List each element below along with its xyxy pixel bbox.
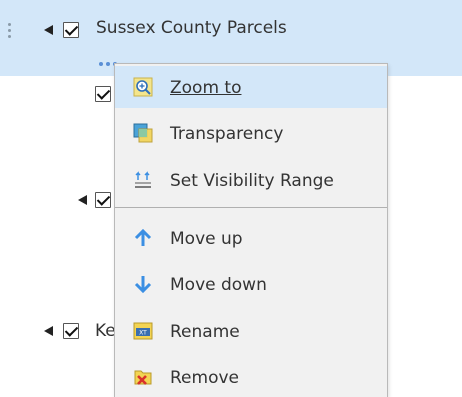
menu-item-label: Zoom to <box>170 78 242 98</box>
remove-icon <box>133 367 153 387</box>
arrow-up-icon <box>133 228 153 248</box>
sublayer-checkbox[interactable] <box>95 86 111 102</box>
menu-item-label: Set Visibility Range <box>170 171 334 191</box>
sublayer-checkbox[interactable] <box>95 192 111 208</box>
rename-icon: XT <box>133 321 153 341</box>
arrow-down-icon <box>133 274 153 294</box>
drag-handle-icon[interactable] <box>8 23 12 39</box>
collapse-triangle-icon[interactable] <box>44 25 53 35</box>
layer-collapse-triangle-icon[interactable] <box>44 326 53 336</box>
sublayer-collapse-triangle-icon[interactable] <box>78 195 87 205</box>
menu-item-label: Rename <box>170 322 240 342</box>
svg-text:XT: XT <box>139 330 147 337</box>
menu-item-transparency[interactable]: Transparency <box>115 112 387 154</box>
layer-visibility-checkbox[interactable] <box>63 22 79 38</box>
menu-divider <box>115 207 387 208</box>
more-options-icon[interactable] <box>99 51 123 66</box>
menu-item-label: Remove <box>170 368 239 388</box>
menu-item-move-down[interactable]: Move down <box>115 263 387 305</box>
menu-item-label: Move down <box>170 275 267 295</box>
layer-context-menu: Zoom to Transparency Set Visibility Rang… <box>114 63 388 397</box>
menu-item-rename[interactable]: XT Rename <box>115 310 387 352</box>
transparency-icon <box>133 123 153 143</box>
menu-item-zoom-to[interactable]: Zoom to <box>115 66 387 108</box>
menu-item-remove[interactable]: Remove <box>115 356 387 397</box>
menu-item-label: Transparency <box>170 124 284 144</box>
layer-title-partial: Ke <box>95 321 116 341</box>
visibility-range-icon <box>133 170 153 190</box>
layer-title: Sussex County Parcels <box>96 18 287 38</box>
zoom-to-icon <box>133 77 153 97</box>
menu-item-label: Move up <box>170 229 243 249</box>
menu-item-set-visibility-range[interactable]: Set Visibility Range <box>115 159 387 201</box>
menu-item-move-up[interactable]: Move up <box>115 217 387 259</box>
layer-visibility-checkbox[interactable] <box>63 323 79 339</box>
